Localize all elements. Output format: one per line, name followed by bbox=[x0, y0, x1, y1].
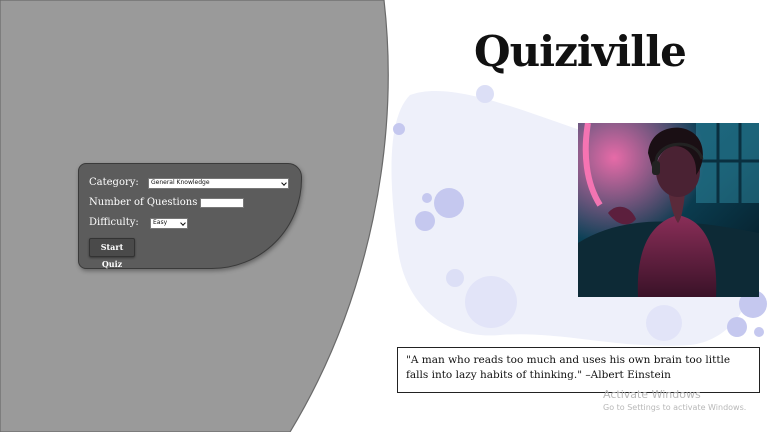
start-quiz-button[interactable]: Start Quiz bbox=[89, 238, 135, 269]
category-select[interactable]: General Knowledge bbox=[148, 178, 289, 189]
app-title: Quiziville bbox=[474, 27, 687, 76]
chevron-down-icon bbox=[180, 220, 186, 226]
difficulty-label: Difficulty: bbox=[89, 217, 139, 228]
difficulty-select[interactable]: Easy bbox=[150, 218, 188, 229]
activate-windows-watermark: Activate Windows Go to Settings to activ… bbox=[603, 388, 746, 413]
category-label: Category: bbox=[89, 177, 139, 188]
difficulty-select-value: Easy bbox=[153, 219, 168, 226]
number-of-questions-label: Number of Questions bbox=[89, 197, 198, 208]
watermark-title: Activate Windows bbox=[603, 388, 701, 401]
quote-box: "A man who reads too much and uses his o… bbox=[397, 347, 760, 393]
chevron-down-icon bbox=[281, 180, 287, 186]
hero-photo bbox=[578, 123, 759, 297]
number-of-questions-input[interactable] bbox=[200, 198, 244, 208]
quote-text: "A man who reads too much and uses his o… bbox=[406, 354, 731, 381]
watermark-subtitle: Go to Settings to activate Windows. bbox=[603, 403, 747, 412]
category-select-value: General Knowledge bbox=[151, 179, 210, 186]
